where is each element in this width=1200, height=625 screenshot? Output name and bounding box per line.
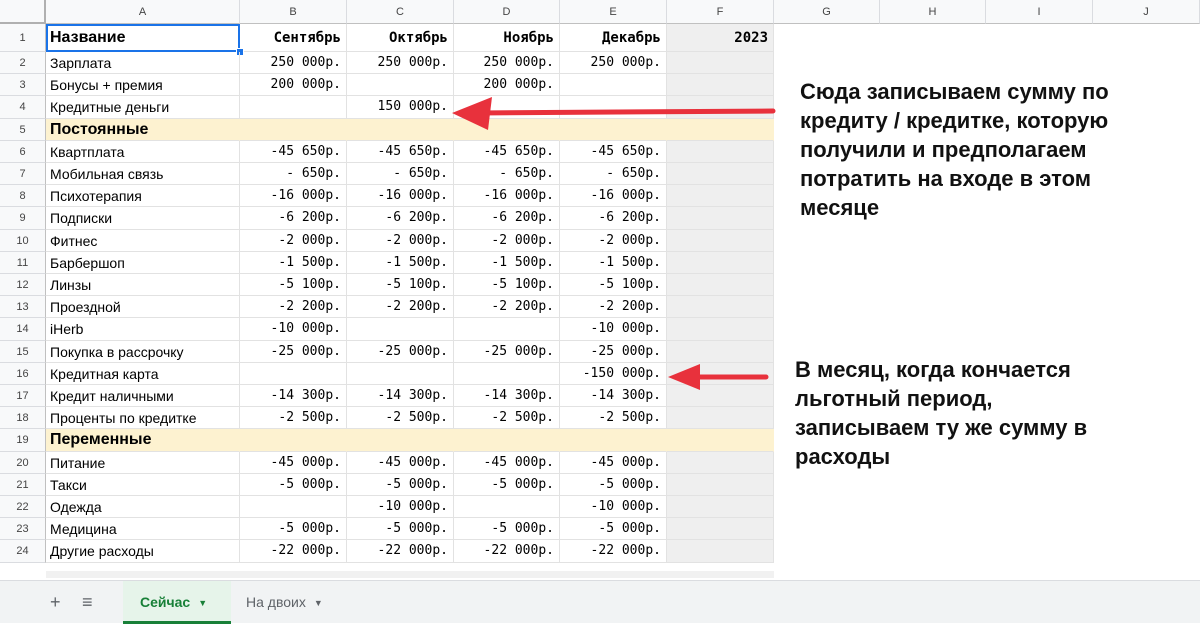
tab-label: На двоих: [246, 594, 306, 610]
chevron-down-icon[interactable]: ▼: [314, 598, 323, 608]
all-sheets-icon[interactable]: ≡: [82, 581, 93, 624]
tab-na-dvoikh[interactable]: На двоих ▼: [234, 581, 344, 624]
arrow-to-credit-card: [668, 364, 769, 390]
sheet-tabs-bar: + ≡ Сейчас ▼ На двоих ▼: [0, 580, 1200, 624]
tab-label: Сейчас: [140, 594, 191, 610]
add-sheet-icon[interactable]: +: [50, 581, 61, 624]
tab-seichas[interactable]: Сейчас ▼: [123, 581, 231, 624]
annotation-arrows: [452, 97, 776, 390]
arrow-to-credit-money: [452, 97, 776, 130]
chevron-down-icon[interactable]: ▼: [198, 598, 207, 608]
